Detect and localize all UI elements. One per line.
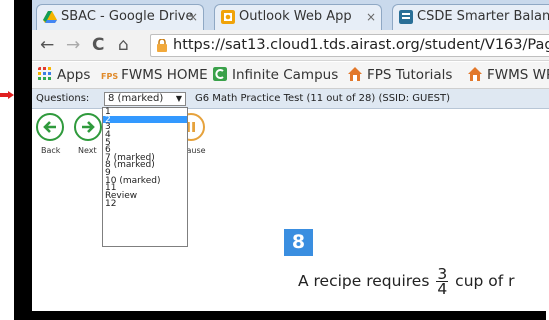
fps-house-icon — [468, 67, 482, 81]
forward-arrow-icon[interactable]: → — [66, 35, 80, 55]
fps-logo-icon: FPS — [101, 72, 119, 81]
reload-icon[interactable]: C — [92, 35, 104, 55]
address-bar: ← → C ⌂ https://sat13.cloud1.tds.airast.… — [32, 30, 549, 61]
question-text-end: cup of r — [455, 272, 515, 290]
secure-lock-icon — [157, 39, 167, 52]
outlook-icon — [221, 10, 235, 24]
close-tab-icon[interactable]: × — [366, 5, 376, 29]
test-header: Questions: 8 (marked) ▼ G6 Math Practice… — [32, 89, 549, 109]
next-button[interactable] — [74, 113, 102, 141]
back-label: Back — [41, 146, 61, 155]
tab-csde-smarter-balanced[interactable]: CSDE Smarter Balanced — [392, 4, 549, 30]
next-arrow-icon — [82, 121, 95, 133]
back-arrow-icon[interactable]: ← — [40, 35, 54, 55]
apps-grid-icon — [38, 67, 51, 80]
question-text: A recipe requires 3 4 cup of r — [298, 266, 515, 298]
tab-title: Outlook Web App — [239, 9, 352, 24]
dropdown-option[interactable]: 5 — [103, 138, 187, 147]
fps-house-icon — [348, 67, 362, 81]
test-title: G6 Math Practice Test (11 out of 28) (SS… — [195, 93, 450, 104]
dropdown-option[interactable]: 3 — [103, 123, 187, 132]
google-drive-icon — [43, 11, 57, 23]
question-select[interactable]: 8 (marked) ▼ — [104, 92, 186, 106]
bookmark-fwms-home[interactable]: FPS FWMS HOME — [101, 66, 208, 86]
question-number-badge: 8 — [284, 229, 313, 256]
fraction-denominator: 4 — [437, 280, 448, 298]
question-dropdown-list: 1234567 (marked) 8 (marked) 9 10 (marked) 11… — [102, 107, 188, 247]
tab-sbac-google-drive[interactable]: SBAC - Google Drive × — [36, 4, 204, 30]
back-arrow-icon — [43, 121, 56, 133]
red-pointer-arrow — [0, 91, 14, 99]
dropdown-option[interactable]: 8 (marked) — [103, 161, 187, 170]
dropdown-arrow-icon: ▼ — [175, 94, 182, 103]
bookmark-infinite-campus[interactable]: Infinite Campus — [213, 66, 338, 84]
tab-title: CSDE Smarter Balanced — [417, 9, 549, 24]
close-tab-icon[interactable]: × — [188, 5, 198, 29]
dropdown-option[interactable]: 4 — [103, 131, 187, 140]
url-input[interactable]: https://sat13.cloud1.tds.airast.org/stud… — [150, 34, 549, 57]
bookmark-fwms-wp-log[interactable]: FWMS WP log — [468, 66, 549, 84]
back-button[interactable] — [36, 113, 64, 141]
csde-icon — [399, 10, 413, 24]
bookmarks-bar: Apps FPS FWMS HOME Infinite Campus FPS Tu… — [32, 62, 549, 89]
tab-outlook-web-app[interactable]: Outlook Web App × — [214, 4, 382, 30]
next-label: Next — [78, 146, 97, 155]
question-select-value: 8 (marked) — [108, 93, 164, 104]
home-icon[interactable]: ⌂ — [118, 35, 129, 55]
bookmark-apps[interactable]: Apps — [38, 66, 90, 84]
fraction: 3 4 — [436, 266, 449, 298]
question-text-start: A recipe requires — [298, 272, 430, 290]
infinite-campus-icon — [213, 67, 227, 81]
browser-window: SBAC - Google Drive × Outlook Web App × — [32, 0, 549, 311]
screenshot-frame: SBAC - Google Drive × Outlook Web App × — [14, 0, 549, 320]
questions-label: Questions: — [36, 93, 90, 104]
url-text: https://sat13.cloud1.tds.airast.org/stud… — [173, 37, 549, 53]
tab-title: SBAC - Google Drive — [61, 9, 194, 24]
dropdown-option[interactable]: 12 — [103, 199, 187, 208]
dropdown-option[interactable]: 1 — [103, 108, 187, 117]
tab-bar: SBAC - Google Drive × Outlook Web App × — [32, 0, 549, 30]
bookmark-fps-tutorials[interactable]: FPS Tutorials — [348, 66, 452, 84]
dropdown-option[interactable]: 2 — [103, 115, 187, 124]
